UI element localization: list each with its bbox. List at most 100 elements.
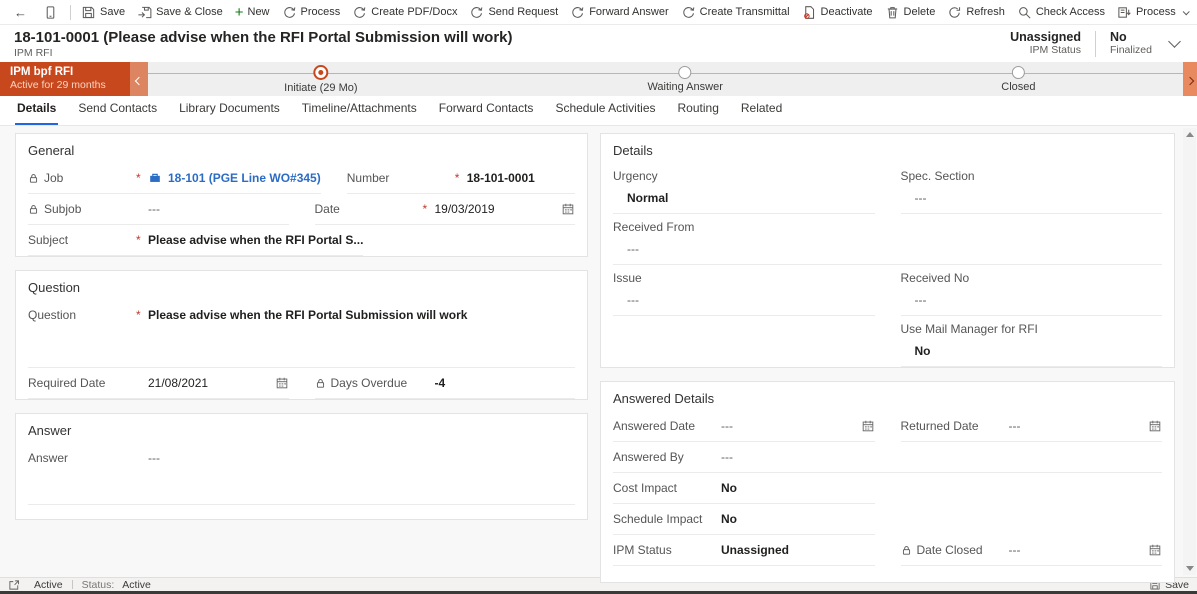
returned-date-value: --- [1008, 419, 1021, 433]
job-link[interactable]: 18-101 (PGE Line WO#345) [148, 171, 321, 185]
scroll-down-icon[interactable] [1185, 566, 1194, 571]
bpf-prev-button[interactable] [130, 62, 148, 96]
received-from-field[interactable]: Received From --- [613, 214, 1162, 265]
tab-details[interactable]: Details [15, 94, 59, 125]
left-column: General Job * 18-101 (PGE Line WO#345) N… [15, 133, 588, 577]
question-value: Please advise when the RFI Portal Submis… [148, 308, 468, 322]
popout-icon[interactable] [8, 579, 20, 591]
required-asterisk: * [422, 202, 428, 216]
statusbar-divider [71, 580, 73, 589]
field-label: Subjob [44, 202, 82, 216]
section-title: Question [28, 280, 81, 295]
ipm-status-value: Unassigned [721, 543, 790, 557]
scroll-up-icon[interactable] [1185, 132, 1194, 137]
ipm-status-label: IPM Status [1029, 43, 1081, 56]
subject-value: Please advise when the RFI Portal S... [148, 233, 364, 247]
bpf-next-button[interactable] [1183, 62, 1197, 96]
subjob-field[interactable]: Subjob --- [28, 194, 289, 225]
business-process-flow: IPM bpf RFI Active for 29 months Initiat… [0, 62, 1197, 96]
back-button[interactable]: ← [6, 0, 35, 24]
bpf-name: IPM bpf RFI [10, 66, 74, 78]
date-closed-field[interactable]: Date Closed --- [900, 535, 1162, 566]
calendar-icon[interactable] [861, 419, 875, 433]
tab-schedule-activities[interactable]: Schedule Activities [553, 94, 657, 125]
calendar-icon[interactable] [1148, 419, 1162, 433]
received-no-field[interactable]: Received No --- [900, 265, 1162, 316]
process-button[interactable]: Process [276, 0, 347, 24]
delete-button[interactable]: Delete [879, 0, 942, 24]
answer-field[interactable]: Answer --- [28, 443, 575, 505]
tab-send-contacts[interactable]: Send Contacts [76, 94, 159, 125]
section-title: Answered Details [613, 391, 715, 406]
ipm-status-field[interactable]: IPM Status Unassigned [613, 535, 875, 566]
calendar-icon[interactable] [561, 202, 575, 216]
tab-forward-contacts[interactable]: Forward Contacts [437, 94, 536, 125]
bpf-stage-initiate[interactable]: Initiate (29 Mo) [284, 65, 358, 94]
create-pdf-docx-button[interactable]: Create PDF/Docx [346, 0, 463, 24]
vertical-scrollbar[interactable] [1183, 128, 1196, 575]
send-request-button[interactable]: Send Request [463, 0, 564, 24]
save-label: Save [100, 6, 126, 18]
process-dropdown-button[interactable]: Process [1111, 0, 1194, 24]
calendar-icon[interactable] [275, 376, 289, 390]
field-label: Days Overdue [330, 376, 408, 390]
save-and-close-button[interactable]: Save & Close [131, 0, 229, 24]
entity-name: IPM RFI [14, 46, 53, 59]
field-label: Date Closed [916, 543, 983, 557]
question-field[interactable]: Question * Please advise when the RFI Po… [28, 300, 575, 368]
subject-field[interactable]: Subject * Please advise when the RFI Por… [28, 225, 364, 256]
answered-date-field[interactable]: Answered Date --- [613, 411, 875, 442]
job-field[interactable]: Job * 18-101 (PGE Line WO#345) [28, 163, 321, 194]
tab-library-documents[interactable]: Library Documents [177, 94, 282, 125]
refresh-icon [947, 5, 962, 20]
field-label: IPM Status [613, 543, 672, 557]
save-button[interactable]: Save [75, 0, 131, 24]
issue-field[interactable]: Issue --- [613, 265, 875, 316]
subjob-value: --- [148, 202, 160, 216]
cost-impact-field[interactable]: Cost Impact No [613, 473, 875, 504]
number-field[interactable]: Number * 18-101-0001 [346, 163, 575, 194]
check-access-button[interactable]: Check Access [1011, 0, 1111, 24]
use-mail-manager-field[interactable]: Use Mail Manager for RFI No [900, 316, 1162, 367]
calendar-icon[interactable] [1148, 543, 1162, 557]
number-value: 18-101-0001 [466, 171, 535, 185]
stage-label: Waiting Answer [647, 81, 723, 93]
send-request-icon [469, 5, 484, 20]
tab-routing[interactable]: Routing [676, 94, 721, 125]
bpf-stage-closed[interactable]: Closed [1001, 66, 1036, 93]
bpf-stage-waiting-answer[interactable]: Waiting Answer [647, 66, 723, 93]
field-label: Returned Date [900, 419, 979, 433]
date-field[interactable]: Date * 19/03/2019 [314, 194, 575, 225]
page-title: 18-101-0001 (Please advise when the RFI … [14, 28, 513, 46]
form-switcher-button[interactable] [35, 0, 66, 24]
days-overdue-field[interactable]: Days Overdue -4 [314, 368, 575, 399]
tab-related[interactable]: Related [739, 94, 784, 125]
form-content: General Job * 18-101 (PGE Line WO#345) N… [0, 126, 1197, 583]
general-card: General Job * 18-101 (PGE Line WO#345) N… [15, 133, 588, 257]
stage-marker-icon [678, 66, 692, 79]
returned-date-field[interactable]: Returned Date --- [900, 411, 1162, 442]
schedule-impact-field[interactable]: Schedule Impact No [613, 504, 875, 535]
section-title: Answer [28, 423, 72, 438]
tab-timeline-attachments[interactable]: Timeline/Attachments [300, 94, 419, 125]
urgency-field[interactable]: Urgency Normal [613, 163, 875, 214]
section-title: General [28, 143, 75, 158]
ipm-status-value: Unassigned [1010, 29, 1081, 44]
answered-by-value: --- [721, 450, 733, 464]
send-request-label: Send Request [488, 6, 559, 18]
answered-by-field[interactable]: Answered By --- [613, 442, 1162, 473]
required-date-field[interactable]: Required Date 21/08/2021 [28, 368, 289, 399]
new-button[interactable]: + New [229, 0, 276, 24]
bpf-active-stage-box[interactable]: IPM bpf RFI Active for 29 months [0, 62, 130, 96]
answered-date-value: --- [721, 419, 733, 433]
forward-answer-button[interactable]: Forward Answer [564, 0, 674, 24]
stage-label: Initiate (29 Mo) [284, 82, 358, 94]
header-expand-chevron-icon[interactable] [1168, 35, 1181, 48]
create-transmittal-button[interactable]: Create Transmittal [675, 0, 796, 24]
form-icon [43, 5, 58, 20]
bpf-track: Initiate (29 Mo) Waiting Answer Closed [148, 62, 1183, 96]
spec-section-field[interactable]: Spec. Section --- [900, 163, 1162, 214]
refresh-button[interactable]: Refresh [941, 0, 1011, 24]
create-transmittal-icon [681, 5, 696, 20]
deactivate-button[interactable]: Deactivate [796, 0, 879, 24]
